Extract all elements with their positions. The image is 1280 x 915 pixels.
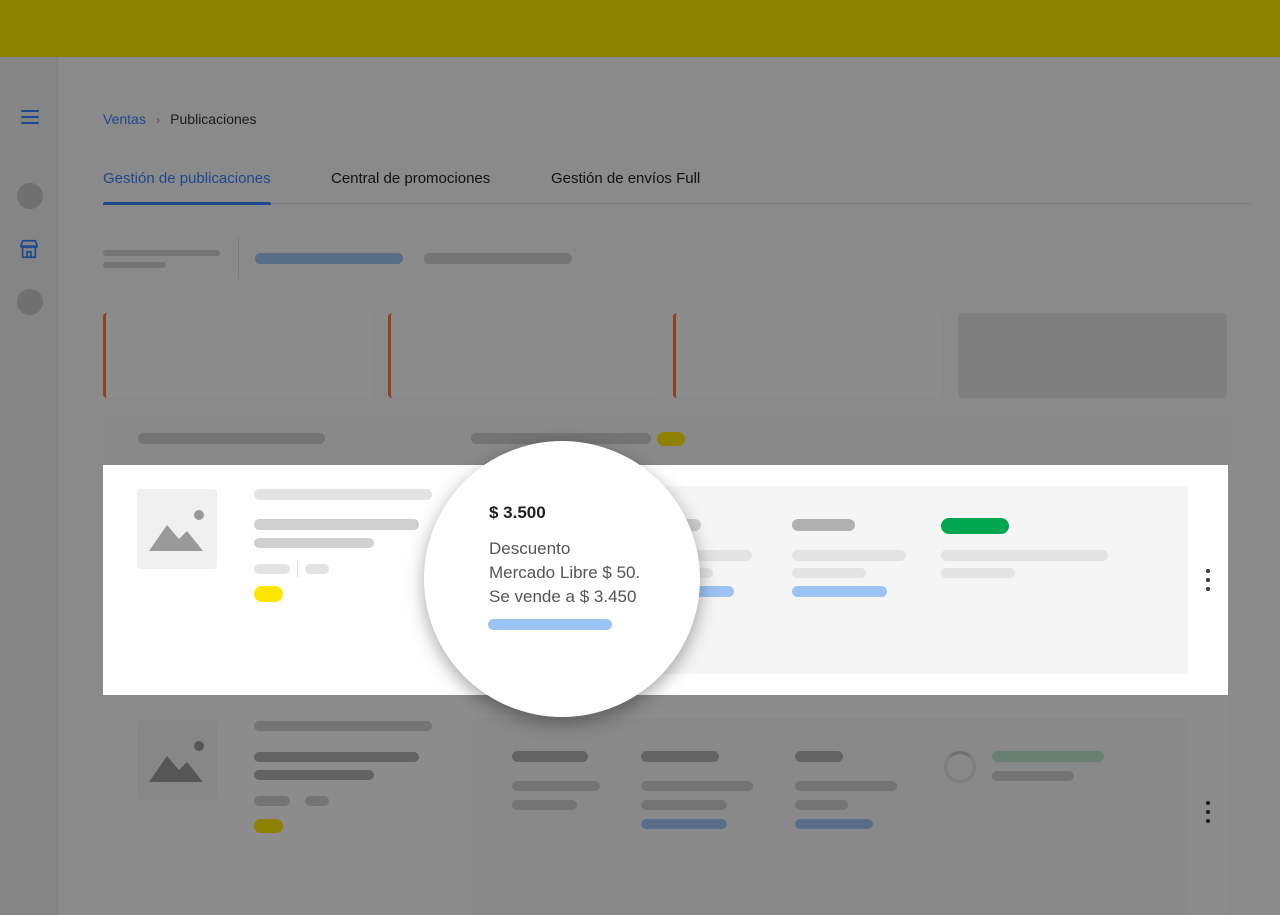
- sidebar-placeholder-icon[interactable]: [17, 183, 43, 209]
- skeleton-line: [103, 262, 166, 268]
- skeleton-line: [641, 751, 719, 762]
- skeleton-line: [941, 550, 1108, 561]
- skeleton-line: [305, 564, 329, 574]
- skeleton-line: [792, 550, 906, 561]
- skeleton-filter-active[interactable]: [255, 253, 403, 264]
- summary-card[interactable]: [958, 313, 1227, 398]
- skeleton-line: [254, 519, 419, 530]
- skeleton-status: [992, 751, 1104, 762]
- skeleton-line: [254, 489, 432, 500]
- more-vertical-icon[interactable]: [1205, 801, 1211, 823]
- skeleton-filter[interactable]: [424, 253, 572, 264]
- menu-icon[interactable]: [21, 110, 39, 124]
- skeleton-badge: [254, 586, 283, 602]
- breadcrumb: Ventas › Publicaciones: [103, 111, 257, 127]
- skeleton-line: [254, 752, 419, 762]
- skeleton-line: [792, 519, 855, 531]
- divider: [297, 561, 298, 577]
- discount-description: Descuento Mercado Libre $ 50. Se vende a…: [489, 537, 689, 609]
- skeleton-link: [488, 619, 612, 630]
- skeleton-line: [512, 781, 600, 791]
- skeleton-line: [254, 796, 290, 806]
- discount-line-1: Descuento: [489, 539, 571, 558]
- more-vertical-icon[interactable]: [1205, 569, 1211, 591]
- discount-line-3: Se vende a $ 3.450: [489, 587, 637, 606]
- loading-spinner-icon: [944, 751, 976, 783]
- skeleton-header: [138, 433, 325, 444]
- skeleton-badge: [657, 432, 685, 446]
- skeleton-link: [792, 586, 887, 597]
- skeleton-link: [795, 819, 873, 829]
- skeleton-line: [254, 538, 374, 548]
- tab-central-promociones[interactable]: Central de promociones: [331, 170, 490, 204]
- skeleton-line: [103, 250, 220, 256]
- skeleton-line: [305, 796, 329, 806]
- tab-gestion-envios-full[interactable]: Gestión de envíos Full: [551, 170, 700, 204]
- price-value: $ 3.500: [489, 503, 546, 522]
- image-placeholder-icon: [149, 510, 204, 551]
- breadcrumb-current: Publicaciones: [170, 111, 257, 127]
- tab-gestion-publicaciones[interactable]: Gestión de publicaciones: [103, 170, 271, 205]
- discount-line-2: Mercado Libre $ 50.: [489, 563, 641, 582]
- skeleton-line: [512, 800, 577, 810]
- skeleton-line: [641, 781, 753, 791]
- skeleton-line: [254, 721, 432, 731]
- store-icon[interactable]: [18, 238, 40, 260]
- skeleton-status-badge: [941, 518, 1009, 534]
- skeleton-line: [795, 751, 843, 762]
- top-header-bar: [0, 0, 1280, 57]
- skeleton-line: [254, 770, 374, 780]
- skeleton-line: [254, 564, 290, 574]
- product-thumbnail[interactable]: [137, 489, 217, 569]
- chevron-right-icon: ›: [155, 111, 161, 127]
- sidebar-placeholder-icon[interactable]: [17, 289, 43, 315]
- skeleton-line: [795, 781, 897, 791]
- divider: [238, 237, 239, 279]
- summary-card[interactable]: [103, 313, 372, 398]
- summary-card[interactable]: [388, 313, 657, 398]
- breadcrumb-link-ventas[interactable]: Ventas: [103, 111, 146, 127]
- skeleton-link: [641, 819, 727, 829]
- skeleton-line: [795, 800, 848, 810]
- price-magnifier: $ 3.500 Descuento Mercado Libre $ 50. Se…: [424, 441, 700, 717]
- row-details-panel: [472, 718, 1188, 915]
- skeleton-badge: [254, 819, 283, 833]
- skeleton-line: [992, 771, 1074, 781]
- skeleton-line: [941, 568, 1015, 578]
- summary-card[interactable]: [673, 313, 942, 398]
- skeleton-line: [792, 568, 866, 578]
- skeleton-line: [641, 800, 727, 810]
- skeleton-line: [512, 751, 588, 762]
- product-thumbnail[interactable]: [137, 720, 217, 800]
- image-placeholder-icon: [149, 741, 204, 782]
- tab-bar: Gestión de publicaciones Central de prom…: [103, 170, 1251, 205]
